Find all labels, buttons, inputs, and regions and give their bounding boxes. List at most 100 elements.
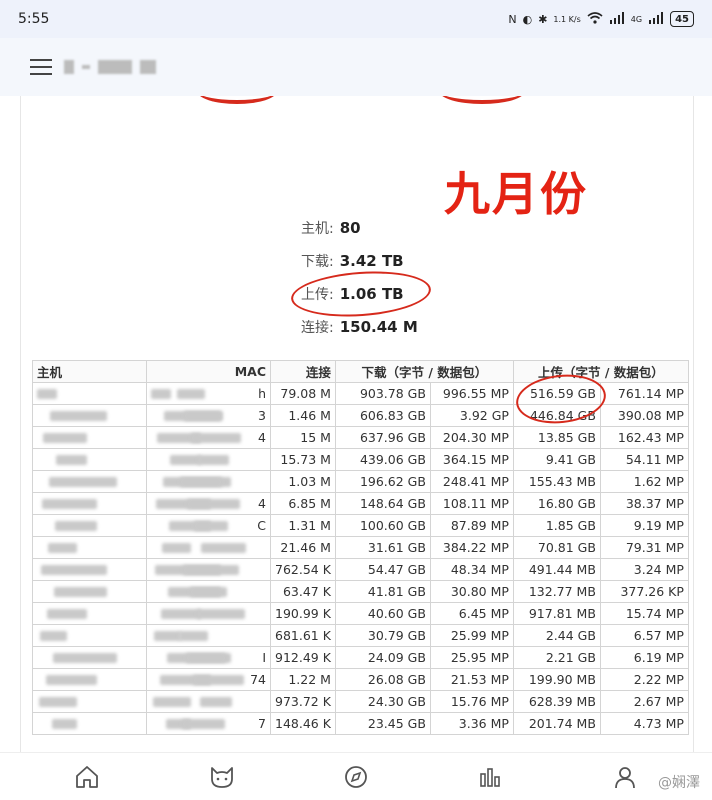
- upload-bytes-cell-text: 70.81 GB: [537, 540, 596, 555]
- download-bytes-cell-text: 40.60 GB: [367, 606, 426, 621]
- upload-packets-cell: 9.19 MP: [599, 514, 689, 537]
- traffic-table: 主机 MAC 连接 下载（字节 / 数据包） 上传（字节 / 数据包） h 79.…: [32, 360, 689, 735]
- mac-cell-text: 7: [258, 716, 266, 731]
- do-not-disturb-icon: ◐: [522, 12, 533, 26]
- host-cell-redacted: [32, 690, 147, 713]
- host-cell-redacted: [32, 558, 147, 581]
- month-label: 九月份: [444, 167, 588, 221]
- upload-bytes-cell: 628.39 MB: [512, 690, 601, 713]
- upload-packets-cell: 6.57 MP: [599, 624, 689, 647]
- mac-cell-text: 4: [258, 496, 266, 511]
- download-packets-cell: 248.41 MP: [429, 470, 514, 493]
- download-packets-cell: 6.45 MP: [429, 602, 514, 625]
- download-bytes-cell-text: 24.30 GB: [367, 694, 426, 709]
- bluetooth-icon: ✱: [538, 12, 548, 26]
- post-image[interactable]: 九月份 主机: 80 下载: 3.42 TB 上传: 1.06 TB 连接: 150.4…: [20, 96, 694, 752]
- host-cell-redacted: [32, 448, 147, 471]
- download-bytes-cell: 606.83 GB: [334, 404, 431, 427]
- connections-cell-text: 15 M: [300, 430, 331, 445]
- upload-packets-cell: 38.37 MP: [599, 492, 689, 515]
- connections-cell: 79.08 M: [270, 382, 336, 405]
- download-bytes-cell-text: 54.47 GB: [367, 562, 426, 577]
- table-row: 190.99 K 40.60 GB 6.45 MP 917.81 MB 15.74 MP: [32, 602, 689, 625]
- table-row: C 1.31 M 100.60 GB 87.89 MP 1.85 GB 9.19 MP: [32, 514, 689, 537]
- download-packets-cell-text: 996.55 MP: [442, 386, 509, 401]
- connections-cell: 15.73 M: [270, 448, 336, 471]
- download-bytes-cell: 903.78 GB: [334, 382, 431, 405]
- host-cell-redacted: [32, 536, 147, 559]
- mac-cell: [146, 448, 271, 471]
- app-bar: [0, 38, 712, 96]
- mac-cell: [146, 624, 271, 647]
- upload-bytes-cell: 1.85 GB: [512, 514, 601, 537]
- upload-packets-cell-text: 2.22 MP: [633, 672, 684, 687]
- header-download: 下载（字节 / 数据包）: [334, 360, 514, 383]
- connections-cell: 21.46 M: [270, 536, 336, 559]
- menu-icon[interactable]: [30, 59, 52, 75]
- download-packets-cell: 25.99 MP: [429, 624, 514, 647]
- upload-packets-cell: 54.11 MP: [599, 448, 689, 471]
- table-row: 4 6.85 M 148.64 GB 108.11 MP 16.80 GB 38.37 M…: [32, 492, 689, 515]
- upload-bytes-cell-text: 132.77 MB: [528, 584, 596, 599]
- table-row: 1.03 M 196.62 GB 248.41 MP 155.43 MB 1.62 MP: [32, 470, 689, 493]
- mac-cell: 3: [146, 404, 271, 427]
- download-bytes-cell: 54.47 GB: [334, 558, 431, 581]
- upload-bytes-cell-text: 9.41 GB: [545, 452, 596, 467]
- red-annotation-arc-right: [439, 96, 525, 104]
- download-packets-cell: 108.11 MP: [429, 492, 514, 515]
- upload-packets-cell: 761.14 MP: [599, 382, 689, 405]
- download-packets-cell-text: 384.22 MP: [442, 540, 509, 555]
- download-packets-cell: 3.92 GP: [429, 404, 514, 427]
- table-row: 21.46 M 31.61 GB 384.22 MP 70.81 GB 79.31 MP: [32, 536, 689, 559]
- upload-bytes-cell-text: 628.39 MB: [528, 694, 596, 709]
- download-packets-cell: 996.55 MP: [429, 382, 514, 405]
- connections-cell-text: 21.46 M: [280, 540, 331, 555]
- connections-cell-text: 6.85 M: [288, 496, 331, 511]
- chart-icon[interactable]: [472, 759, 508, 795]
- upload-bytes-cell: 9.41 GB: [512, 448, 601, 471]
- host-cell-redacted: [32, 404, 147, 427]
- connections-cell-text: 1.31 M: [288, 518, 331, 533]
- table-row: I 912.49 K 24.09 GB 25.95 MP 2.21 GB 6.19 MP: [32, 646, 689, 669]
- upload-bytes-cell: 2.44 GB: [512, 624, 601, 647]
- download-packets-cell-text: 3.36 MP: [458, 716, 509, 731]
- download-bytes-cell: 24.09 GB: [334, 646, 431, 669]
- upload-bytes-cell-text: 199.90 MB: [528, 672, 596, 687]
- connections-cell-text: 973.72 K: [275, 694, 331, 709]
- connections-cell: 973.72 K: [270, 690, 336, 713]
- bottom-nav: [0, 752, 712, 800]
- connections-cell: 912.49 K: [270, 646, 336, 669]
- red-annotation-arc-left: [197, 96, 277, 104]
- compass-icon[interactable]: [338, 759, 374, 795]
- connections-cell: 681.61 K: [270, 624, 336, 647]
- upload-packets-cell-text: 4.73 MP: [633, 716, 684, 731]
- upload-packets-cell: 6.19 MP: [599, 646, 689, 669]
- status-icons: N ◐ ✱ 1.1 K/s 4G 45: [508, 11, 694, 27]
- download-packets-cell-text: 25.95 MP: [450, 650, 509, 665]
- connections-cell-text: 681.61 K: [275, 628, 331, 643]
- host-cell-redacted: [32, 602, 147, 625]
- upload-packets-cell-text: 377.26 KP: [620, 584, 684, 599]
- download-bytes-cell: 100.60 GB: [334, 514, 431, 537]
- upload-bytes-cell-text: 917.81 MB: [528, 606, 596, 621]
- download-packets-cell-text: 3.92 GP: [459, 408, 509, 423]
- download-packets-cell: 364.15 MP: [429, 448, 514, 471]
- connections-cell: 1.46 M: [270, 404, 336, 427]
- pet-icon[interactable]: [204, 759, 240, 795]
- host-cell-redacted: [32, 712, 147, 735]
- profile-icon[interactable]: [607, 759, 643, 795]
- upload-packets-cell-text: 15.74 MP: [625, 606, 684, 621]
- connections-cell-text: 190.99 K: [275, 606, 331, 621]
- upload-bytes-cell: 2.21 GB: [512, 646, 601, 669]
- download-packets-cell-text: 204.30 MP: [442, 430, 509, 445]
- download-packets-cell-text: 248.41 MP: [442, 474, 509, 489]
- mac-cell: C: [146, 514, 271, 537]
- upload-bytes-cell-text: 2.44 GB: [545, 628, 596, 643]
- upload-packets-cell-text: 1.62 MP: [633, 474, 684, 489]
- download-packets-cell-text: 6.45 MP: [458, 606, 509, 621]
- download-bytes-cell-text: 41.81 GB: [367, 584, 426, 599]
- host-cell-redacted: [32, 646, 147, 669]
- connections-cell: 762.54 K: [270, 558, 336, 581]
- mac-cell-text: 4: [258, 430, 266, 445]
- home-icon[interactable]: [69, 759, 105, 795]
